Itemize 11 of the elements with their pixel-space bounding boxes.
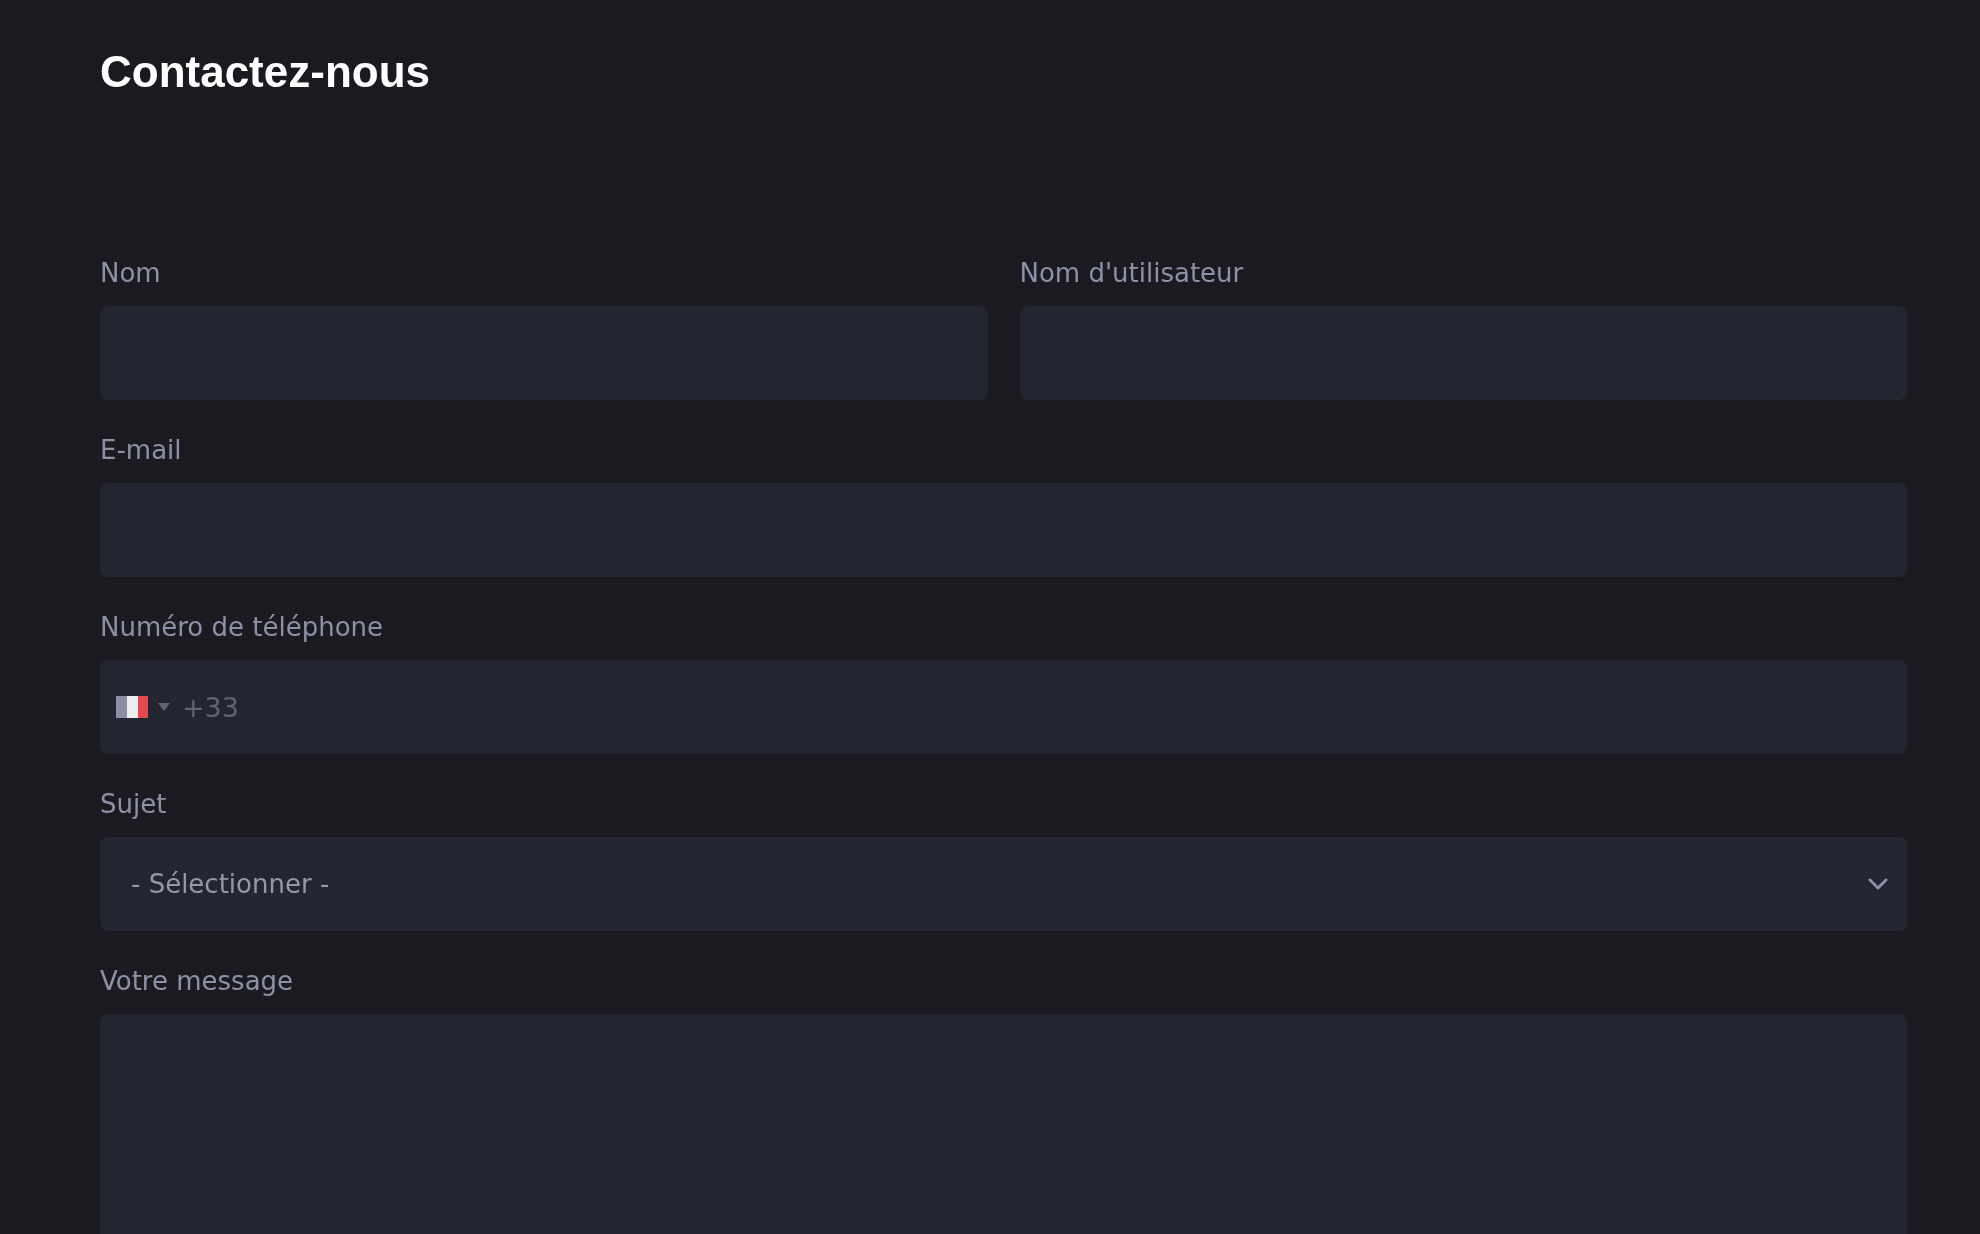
caret-icon[interactable] <box>158 703 170 711</box>
field-label: E-mail <box>100 434 182 467</box>
field-label: Nom <box>100 257 161 290</box>
field-label: Sujet <box>100 788 167 821</box>
select-dropdown[interactable]: - Sélectionner - <box>100 837 1907 931</box>
flag-icon[interactable] <box>116 696 148 718</box>
field-label: Numéro de téléphone <box>100 611 384 644</box>
chevron-down-icon <box>1868 878 1888 890</box>
field-label: Nom d'utilisateur <box>1019 257 1244 290</box>
page-title: Contactez-nous <box>100 46 430 98</box>
field-label: Votre message <box>100 965 294 998</box>
